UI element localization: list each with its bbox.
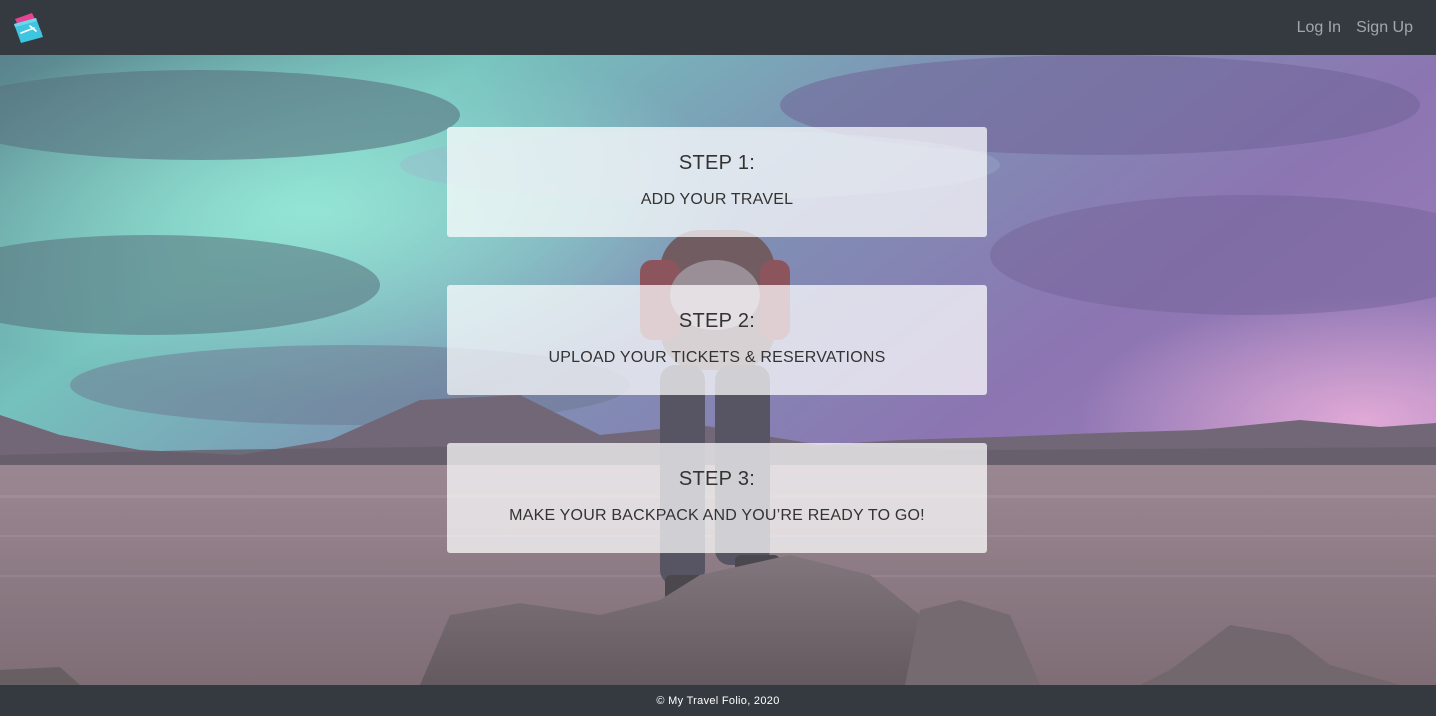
step-1-title: STEP 1: (678, 152, 756, 174)
page-footer: © My Travel Folio, 2020 (0, 685, 1436, 716)
step-1-description: ADD YOUR TRAVEL (640, 191, 794, 208)
signup-link[interactable]: Sign Up (1356, 19, 1413, 36)
page: Log In Sign Up STEP 1: ADD YOUR TRAVEL S… (0, 0, 1436, 716)
login-link[interactable]: Log In (1297, 19, 1341, 36)
step-card-2: STEP 2: UPLOAD YOUR TICKETS & RESERVATIO… (447, 285, 987, 395)
travel-folio-logo-icon[interactable] (12, 11, 46, 45)
copyright-text: © My Travel Folio, 2020 (656, 694, 780, 707)
step-3-description: MAKE YOUR BACKPACK AND YOU’RE READY TO G… (509, 507, 925, 524)
step-3-title: STEP 3: (678, 468, 756, 490)
step-2-title: STEP 2: (678, 310, 756, 332)
hero-section: STEP 1: ADD YOUR TRAVEL STEP 2: UPLOAD Y… (0, 55, 1436, 685)
nav-links: Log In Sign Up (1297, 0, 1413, 55)
step-2-description: UPLOAD YOUR TICKETS & RESERVATIONS (548, 349, 886, 366)
step-card-3: STEP 3: MAKE YOUR BACKPACK AND YOU’RE RE… (447, 443, 987, 553)
top-navbar: Log In Sign Up (0, 0, 1436, 55)
step-card-1: STEP 1: ADD YOUR TRAVEL (447, 127, 987, 237)
